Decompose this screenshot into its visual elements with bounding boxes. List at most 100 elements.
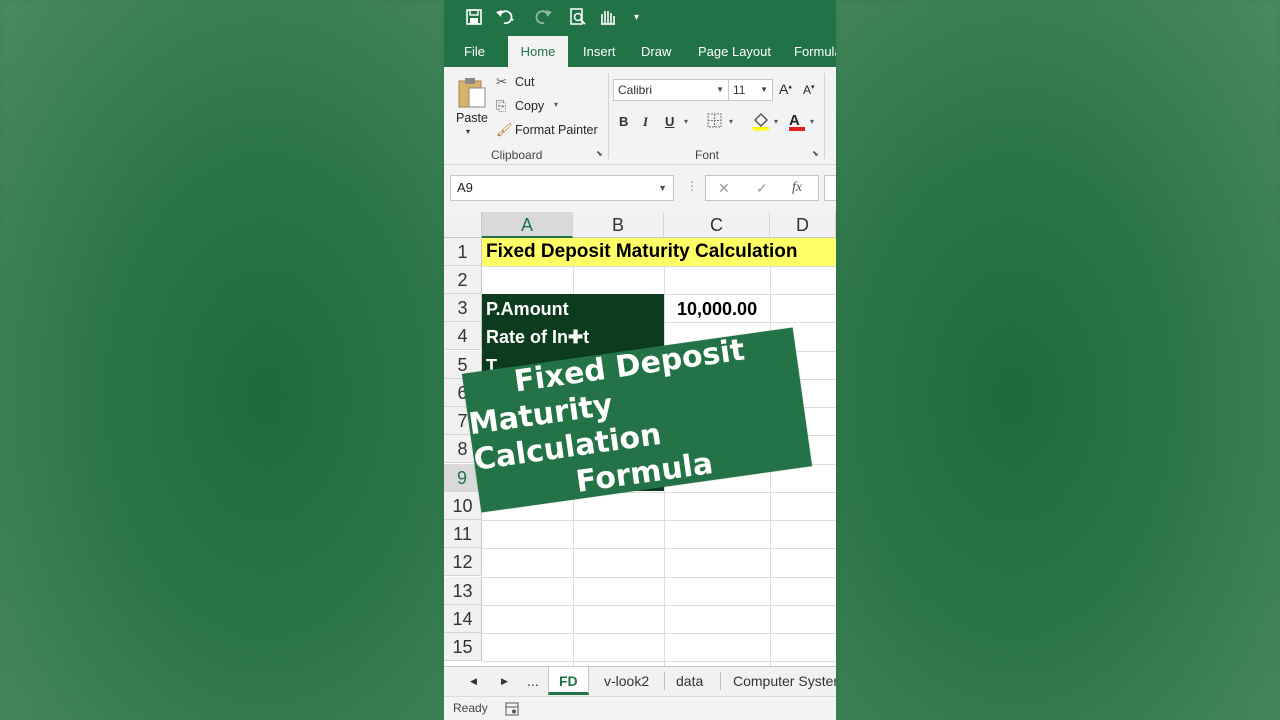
tab-formulas[interactable]: Formula xyxy=(784,36,836,67)
font-size-value: 11 xyxy=(733,83,746,97)
copy-icon: ⎘ xyxy=(496,98,507,113)
row-header-12[interactable]: 12 xyxy=(444,548,482,576)
cursor-cross-icon: ✚ xyxy=(568,327,584,347)
row-header-2[interactable]: 2 xyxy=(444,266,482,294)
bold-button[interactable]: B xyxy=(619,114,628,129)
sheet-tab-v-look2[interactable]: v-look2 xyxy=(604,667,649,695)
formula-bar: A9 ▼ ⋮ ✕ ✓ fx xyxy=(444,165,836,212)
cell-a4-tail: t xyxy=(583,327,590,347)
font-group-label: Font xyxy=(695,148,720,162)
font-name-select[interactable]: Calibri ▼ xyxy=(613,79,729,101)
paste-icon[interactable] xyxy=(457,76,487,108)
underline-button[interactable]: U xyxy=(665,114,674,129)
tab-divider xyxy=(720,672,721,690)
print-preview-icon[interactable] xyxy=(569,8,587,32)
column-header-d[interactable]: D xyxy=(770,212,836,238)
borders-icon[interactable] xyxy=(707,113,722,131)
increase-font-icon[interactable]: A▴ xyxy=(779,81,792,97)
name-box[interactable]: A9 ▼ xyxy=(450,175,674,201)
font-color-icon[interactable]: A xyxy=(789,112,805,131)
clipboard-launcher-icon[interactable]: ⬊ xyxy=(596,149,603,158)
redo-icon[interactable] xyxy=(533,8,555,32)
formula-input[interactable] xyxy=(824,175,836,201)
chevron-down-icon: ▼ xyxy=(658,183,667,193)
sheet-tabs-bar: ◀ ▶ ... FD v-look2 data Computer System xyxy=(444,666,836,696)
borders-dropdown-icon[interactable]: ▾ xyxy=(729,117,733,126)
gridline xyxy=(482,520,836,521)
row-header-3[interactable]: 3 xyxy=(444,294,482,322)
font-size-select[interactable]: 11 ▼ xyxy=(728,79,773,101)
cell-a4[interactable]: Rate of In✚t xyxy=(486,323,589,351)
fill-color-dropdown-icon[interactable]: ▾ xyxy=(774,117,778,126)
copy-button[interactable]: Copy xyxy=(515,99,544,113)
row-header-13[interactable]: 13 xyxy=(444,577,482,605)
fill-color-icon[interactable] xyxy=(752,111,770,134)
sheet-tab-data[interactable]: data xyxy=(676,667,703,695)
next-sheet-icon[interactable]: ▶ xyxy=(501,667,508,695)
underline-dropdown-icon[interactable]: ▾ xyxy=(684,117,688,126)
cancel-icon[interactable]: ✕ xyxy=(718,180,730,197)
select-all-corner[interactable] xyxy=(444,212,482,238)
chevron-down-icon: ▼ xyxy=(760,85,768,94)
tab-draw[interactable]: Draw xyxy=(631,36,681,67)
name-box-value: A9 xyxy=(457,180,473,195)
gridline xyxy=(482,605,836,606)
background-right xyxy=(836,0,1280,720)
italic-button[interactable]: I xyxy=(643,114,648,130)
ribbon-home: Paste ▾ ✂ Cut ⎘ Copy ▾ 🖌 Format Painter … xyxy=(444,67,836,165)
copy-dropdown-icon[interactable]: ▾ xyxy=(554,100,558,109)
undo-icon[interactable] xyxy=(495,8,517,32)
tab-file[interactable]: File xyxy=(454,36,495,67)
more-sheets-icon[interactable]: ... xyxy=(527,667,539,695)
format-painter-button[interactable]: Format Painter xyxy=(515,123,598,137)
decrease-font-icon[interactable]: A▾ xyxy=(803,83,815,97)
gridline xyxy=(482,548,836,549)
enter-icon[interactable]: ✓ xyxy=(756,180,768,197)
touch-mode-icon[interactable] xyxy=(598,8,618,32)
cell-a3[interactable]: P.Amount xyxy=(486,295,569,323)
column-header-a[interactable]: A xyxy=(482,212,573,238)
tab-divider xyxy=(664,672,665,690)
cell-a1[interactable]: Fixed Deposit Maturity Calculation xyxy=(486,238,797,266)
paste-dropdown-icon[interactable]: ▾ xyxy=(466,127,470,136)
formula-actions: ✕ ✓ fx xyxy=(705,175,819,201)
quick-access-toolbar: ▾ xyxy=(444,0,836,36)
tab-insert[interactable]: Insert xyxy=(573,36,626,67)
group-separator xyxy=(824,73,825,159)
sheet-tab-computer-system[interactable]: Computer System xyxy=(733,667,836,695)
font-launcher-icon[interactable]: ⬊ xyxy=(812,149,819,158)
prev-sheet-icon[interactable]: ◀ xyxy=(470,667,477,695)
background-left xyxy=(0,0,444,720)
sheet-tab-fd[interactable]: FD xyxy=(548,667,589,695)
row-header-11[interactable]: 11 xyxy=(444,520,482,548)
column-header-b[interactable]: B xyxy=(573,212,664,238)
cut-button[interactable]: Cut xyxy=(515,75,534,89)
paste-button-label[interactable]: Paste xyxy=(456,111,488,125)
row-header-4[interactable]: 4 xyxy=(444,322,482,350)
gridline xyxy=(482,661,836,662)
tab-page-layout[interactable]: Page Layout xyxy=(688,36,781,67)
group-separator xyxy=(608,73,609,159)
cell-c3[interactable]: 10,000.00 xyxy=(677,295,757,323)
row-header-14[interactable]: 14 xyxy=(444,605,482,633)
ribbon-tabs: File Home Insert Draw Page Layout Formul… xyxy=(444,36,836,67)
gridline xyxy=(482,633,836,634)
row-header-15[interactable]: 15 xyxy=(444,633,482,661)
insert-function-icon[interactable]: fx xyxy=(792,180,802,196)
font-color-letter: A xyxy=(789,112,800,129)
chevron-down-icon: ▼ xyxy=(716,85,724,94)
format-painter-icon: 🖌 xyxy=(496,122,513,137)
save-icon[interactable] xyxy=(465,8,483,32)
cut-icon: ✂ xyxy=(496,74,507,89)
column-header-c[interactable]: C xyxy=(664,212,770,238)
row-header-10[interactable]: 10 xyxy=(444,492,482,520)
font-color-dropdown-icon[interactable]: ▾ xyxy=(810,117,814,126)
cell-a4-text: Rate of In xyxy=(486,327,569,347)
tab-home[interactable]: Home xyxy=(508,36,568,67)
customize-qat-icon[interactable]: ▾ xyxy=(634,8,639,28)
status-text: Ready xyxy=(453,701,488,715)
font-name-value: Calibri xyxy=(618,83,653,97)
macro-record-icon[interactable] xyxy=(505,701,519,720)
row-header-1[interactable]: 1 xyxy=(444,238,482,266)
status-bar: Ready xyxy=(444,696,836,720)
